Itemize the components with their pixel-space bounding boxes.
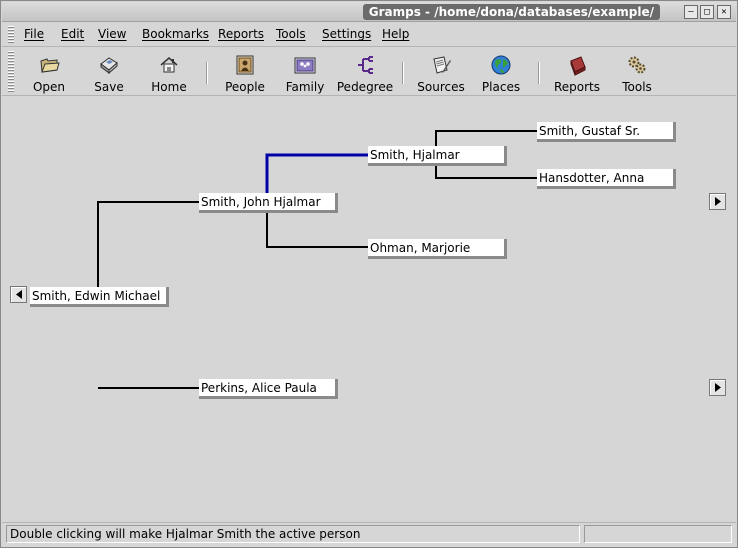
window-title: Gramps - /home/dona/databases/example/ — [362, 4, 660, 20]
people-button[interactable]: People — [215, 54, 275, 94]
pedigree-label: Pedegree — [336, 80, 394, 94]
sources-label: Sources — [417, 80, 465, 94]
toolbar: Open Save Home People Family Pedegree So… — [2, 48, 736, 96]
person-box-active[interactable]: Smith, Edwin Michael — [30, 287, 169, 307]
home-button[interactable]: Home — [139, 54, 199, 94]
tools-label: Tools — [622, 80, 652, 94]
globe-icon — [491, 55, 511, 75]
status-bar: Double clicking will make Hjalmar Smith … — [2, 522, 736, 546]
person-box-great-grandmother[interactable]: Hansdotter, Anna — [537, 169, 676, 189]
person-name: Smith, Hjalmar — [370, 148, 460, 162]
menu-bookmarks[interactable]: Bookmarks — [142, 27, 209, 41]
places-label: Places — [481, 80, 521, 94]
nav-back-button[interactable] — [10, 286, 27, 303]
person-name: Smith, Gustaf Sr. — [539, 124, 641, 138]
connector-john-father-highlight — [265, 153, 369, 197]
menu-bar: File Edit View Bookmarks Reports Tools S… — [2, 23, 736, 47]
open-button[interactable]: Open — [19, 54, 79, 94]
menu-file[interactable]: File — [24, 27, 44, 41]
home-icon — [160, 57, 178, 73]
tools-button[interactable]: Tools — [607, 54, 667, 94]
menu-edit[interactable]: Edit — [61, 27, 84, 41]
person-box-mother[interactable]: Perkins, Alice Paula — [199, 379, 338, 399]
arrow-right-icon — [715, 383, 721, 392]
save-label: Save — [94, 80, 124, 94]
reports-label: Reports — [553, 80, 601, 94]
sources-icon — [433, 56, 451, 74]
home-label: Home — [151, 80, 187, 94]
places-button[interactable]: Places — [471, 54, 531, 94]
nav-forward-father-button[interactable] — [709, 193, 726, 210]
minimize-button[interactable]: – — [684, 5, 698, 19]
arrow-left-icon — [16, 290, 22, 299]
person-name: Smith, John Hjalmar — [201, 195, 321, 209]
menubar-grip[interactable] — [8, 26, 14, 44]
person-box-great-grandfather[interactable]: Smith, Gustaf Sr. — [537, 122, 676, 142]
person-box-paternal-grandfather[interactable]: Smith, Hjalmar — [368, 146, 507, 166]
family-label: Family — [285, 80, 325, 94]
people-label: People — [225, 80, 265, 94]
gramps-window: Gramps - /home/dona/databases/example/ –… — [0, 0, 738, 548]
person-box-paternal-grandmother[interactable]: Ohman, Marjorie — [368, 239, 507, 259]
menu-reports[interactable]: Reports — [218, 27, 264, 41]
people-icon — [236, 55, 254, 75]
maximize-button[interactable]: □ — [700, 5, 714, 19]
menu-settings[interactable]: Settings — [322, 27, 371, 41]
person-box-father[interactable]: Smith, John Hjalmar — [199, 193, 338, 213]
close-button[interactable]: ✕ — [717, 5, 731, 19]
pedigree-canvas: Smith, Edwin Michael Smith, John Hjalmar… — [2, 97, 736, 521]
pedigree-button[interactable]: Pedegree — [335, 54, 395, 94]
person-name: Hansdotter, Anna — [539, 171, 645, 185]
toolbar-separator — [402, 62, 404, 84]
person-name: Ohman, Marjorie — [370, 241, 471, 255]
title-bar: Gramps - /home/dona/databases/example/ –… — [2, 2, 736, 22]
reports-button[interactable]: Reports — [547, 54, 607, 94]
menu-tools[interactable]: Tools — [276, 27, 306, 41]
status-message: Double clicking will make Hjalmar Smith … — [6, 525, 580, 543]
toolbar-separator — [206, 62, 208, 84]
open-folder-icon — [40, 58, 60, 73]
person-name: Perkins, Alice Paula — [201, 381, 317, 395]
status-progress — [584, 525, 732, 543]
family-button[interactable]: Family — [275, 54, 335, 94]
arrow-right-icon — [715, 197, 721, 206]
nav-forward-mother-button[interactable] — [709, 379, 726, 396]
menu-view[interactable]: View — [98, 27, 126, 41]
connector-john-mother — [266, 211, 369, 248]
toolbar-grip[interactable] — [8, 51, 14, 93]
menu-help[interactable]: Help — [382, 27, 409, 41]
family-icon — [294, 57, 316, 74]
pedigree-icon — [358, 56, 373, 74]
person-name: Smith, Edwin Michael — [32, 289, 161, 303]
open-label: Open — [32, 80, 66, 94]
book-icon — [570, 56, 586, 76]
toolbar-separator — [538, 62, 540, 84]
save-disk-icon — [100, 57, 118, 75]
gears-icon — [628, 56, 646, 74]
save-button[interactable]: Save — [79, 54, 139, 94]
sources-button[interactable]: Sources — [411, 54, 471, 94]
